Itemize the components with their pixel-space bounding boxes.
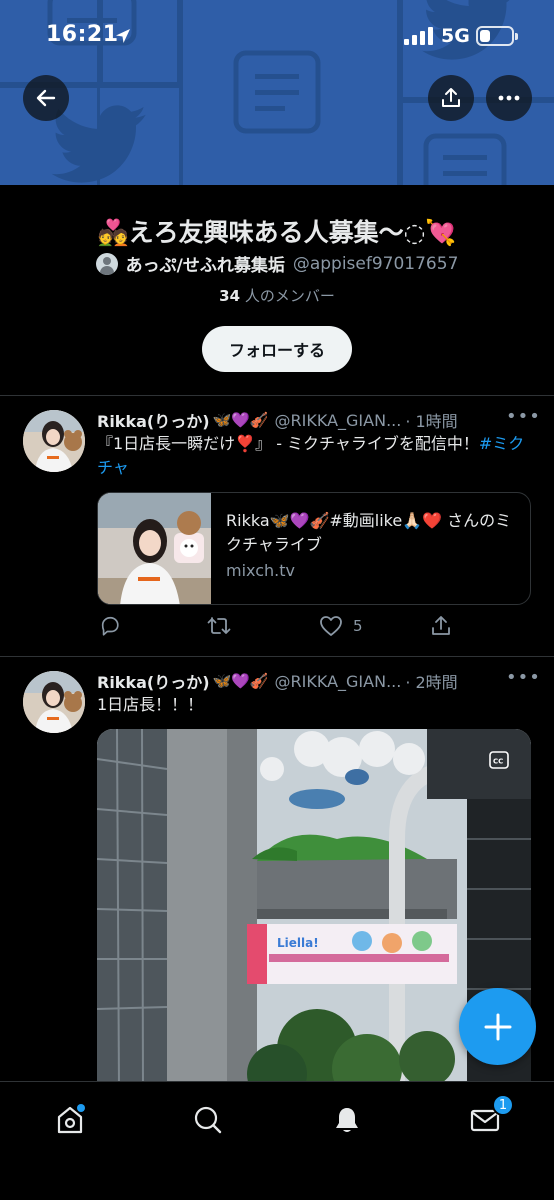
name-emojis: 🦋💜🎻 <box>212 411 269 429</box>
card-thumbnail <box>98 493 211 604</box>
more-icon <box>498 95 520 101</box>
home-unread-dot <box>77 1104 85 1112</box>
reply-icon <box>101 616 119 636</box>
more-button[interactable] <box>486 75 532 121</box>
owner-avatar <box>95 252 118 275</box>
like-button[interactable]: 5 <box>319 615 363 637</box>
reply-button[interactable] <box>99 615 121 637</box>
nav-search[interactable] <box>188 1100 228 1140</box>
captions-icon[interactable]: CC <box>489 751 509 769</box>
tweet-text: 『1日店長一瞬だけ❣️』 - ミクチャライブを配信中！#ミクチャ <box>97 432 533 480</box>
nav-home[interactable] <box>50 1100 90 1140</box>
sign-text: Liella! <box>277 936 319 950</box>
arrow-left-icon <box>36 89 56 107</box>
avatar[interactable] <box>23 671 85 733</box>
network-type: 5G <box>441 25 470 47</box>
link-card[interactable]: Rikka🦋💜🎻#動画like🙏🏻❤️ さんのミクチャライブ mixch.tv <box>97 492 531 605</box>
tweet[interactable]: Rikka(りっか) 🦋💜🎻 @RIKKA_GIAN... · 1時間 ••• … <box>0 396 554 656</box>
share-icon <box>442 88 460 107</box>
search-icon <box>194 1106 222 1134</box>
follow-button[interactable]: フォローする <box>202 326 352 372</box>
member-count-value: 34 <box>219 287 241 305</box>
bottom-nav: 1 <box>0 1081 554 1200</box>
signal-icon <box>404 27 433 45</box>
share-tweet-button[interactable] <box>430 615 452 637</box>
share-icon <box>432 616 450 635</box>
community-banner: 16:21 5G <box>0 0 554 185</box>
location-arrow-icon <box>116 29 130 43</box>
document-icon <box>423 133 507 185</box>
messages-badge: 1 <box>492 1094 514 1116</box>
tweet-time[interactable]: · 2時間 <box>405 669 457 693</box>
svg-text:CC: CC <box>493 758 503 766</box>
member-count[interactable]: 34 人のメンバー <box>0 285 554 306</box>
retweet-icon <box>207 617 231 634</box>
back-button[interactable] <box>23 75 69 121</box>
tweet-time[interactable]: · 1時間 <box>405 408 457 432</box>
tweet-header: Rikka(りっか) 🦋💜🎻 @RIKKA_GIAN... · 2時間 <box>97 669 458 693</box>
nav-notifications[interactable] <box>327 1100 367 1140</box>
owner-name: あっぷ/せふれ募集垢 <box>125 256 285 276</box>
member-count-label: 人のメンバー <box>240 287 335 305</box>
tweet-header: Rikka(りっか) 🦋💜🎻 @RIKKA_GIAN... · 1時間 <box>97 408 458 432</box>
user-handle[interactable]: @RIKKA_GIAN... <box>275 411 402 430</box>
user-handle[interactable]: @RIKKA_GIAN... <box>275 672 402 691</box>
battery-icon <box>476 26 518 46</box>
tweet-actions: 5 <box>97 615 457 643</box>
card-domain: mixch.tv <box>226 561 295 580</box>
bell-icon <box>336 1108 358 1132</box>
community-info: 💑えろ友興味ある人募集〜◌💘 あっぷ/せふれ募集垢 @appisef970176… <box>0 185 554 395</box>
owner-handle: @appisef97017657 <box>292 253 459 274</box>
display-name[interactable]: Rikka(りっか) <box>97 408 210 432</box>
heart-icon <box>320 616 342 636</box>
community-title: 💑えろ友興味ある人募集〜◌💘 <box>97 218 457 247</box>
retweet-button[interactable] <box>207 615 231 637</box>
name-emojis: 🦋💜🎻 <box>212 672 269 690</box>
avatar[interactable] <box>23 410 85 472</box>
status-bar: 16:21 5G <box>0 0 554 70</box>
like-count: 5 <box>353 617 363 635</box>
status-time: 16:21 <box>46 22 119 47</box>
card-title: Rikka🦋💜🎻#動画like🙏🏻❤️ さんのミクチャライブ <box>226 511 512 554</box>
tweet-body: 『1日店長一瞬だけ❣️』 - ミクチャライブを配信中！ <box>97 434 479 453</box>
tweet-more-button[interactable]: ••• <box>506 406 541 427</box>
bird-icon <box>51 105 147 183</box>
compose-button[interactable] <box>459 988 536 1065</box>
tweet-text: 1日店長！！！ <box>97 695 204 714</box>
plus-icon <box>484 1013 511 1040</box>
community-owner[interactable]: あっぷ/せふれ募集垢 @appisef97017657 <box>0 251 554 276</box>
share-button[interactable] <box>428 75 474 121</box>
tweet-more-button[interactable]: ••• <box>506 667 541 688</box>
nav-messages[interactable]: 1 <box>465 1094 514 1140</box>
display-name[interactable]: Rikka(りっか) <box>97 669 210 693</box>
